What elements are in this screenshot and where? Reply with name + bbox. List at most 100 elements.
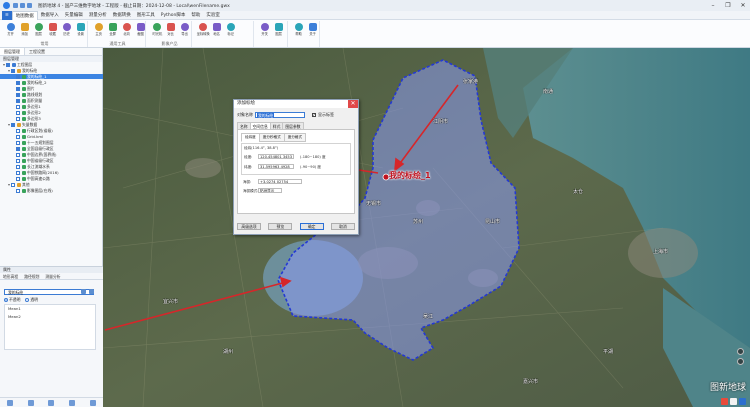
save-icon[interactable] bbox=[13, 3, 18, 8]
marker-label[interactable]: 我的标绘_1 bbox=[389, 170, 431, 181]
tree-item[interactable]: 多边形2 bbox=[0, 110, 103, 115]
tab-terrain[interactable]: 地形高程 bbox=[0, 273, 21, 279]
layer-checkbox[interactable] bbox=[16, 176, 20, 181]
tree-item[interactable]: 行政区划(省级) bbox=[0, 128, 103, 133]
ribbon-button[interactable]: 全屏 bbox=[106, 23, 120, 40]
layer-checkbox[interactable] bbox=[16, 128, 20, 133]
edit-icon[interactable] bbox=[81, 289, 86, 294]
layer-checkbox[interactable] bbox=[16, 188, 20, 193]
ribbon-tab[interactable]: 测量分析 bbox=[86, 11, 110, 20]
layer-checkbox[interactable] bbox=[16, 98, 20, 103]
tree-item[interactable]: 我的标绘_1 bbox=[0, 74, 103, 79]
down-icon[interactable] bbox=[69, 399, 76, 406]
tree-item[interactable]: 全国县级行政区 bbox=[0, 146, 103, 151]
layer-checkbox[interactable] bbox=[16, 146, 20, 151]
layer-checkbox[interactable] bbox=[11, 68, 15, 73]
ribbon-button[interactable]: 关于 bbox=[306, 23, 320, 40]
zoom-in-icon[interactable] bbox=[737, 348, 744, 355]
ribbon-button[interactable]: 对比 bbox=[164, 23, 178, 40]
ribbon-tab[interactable]: 地图数据 bbox=[11, 10, 38, 20]
tree-item[interactable]: 中国边界(国界线) bbox=[0, 152, 103, 157]
tab-dm[interactable]: 度分格式 bbox=[283, 133, 307, 142]
layer-checkbox[interactable] bbox=[16, 80, 20, 85]
layer-checkbox[interactable] bbox=[16, 110, 20, 115]
ribbon-button[interactable]: 图层 bbox=[272, 23, 286, 40]
settings-icon[interactable] bbox=[89, 399, 96, 406]
cancel-button[interactable]: 取消 bbox=[330, 223, 355, 230]
tab-decimal-degrees[interactable]: 经纬度 bbox=[241, 133, 260, 142]
layer-checkbox[interactable] bbox=[16, 92, 20, 97]
layer-checkbox[interactable] bbox=[16, 86, 20, 91]
tree-item[interactable]: 十一五规划图层 bbox=[0, 140, 103, 145]
tree-item[interactable]: 中国高速公路 bbox=[0, 176, 103, 181]
tree-item[interactable]: ▾ 我的标绘 bbox=[0, 68, 103, 74]
show-label-checkbox[interactable] bbox=[312, 112, 316, 117]
layer-checkbox[interactable] bbox=[16, 140, 20, 145]
ribbon-button[interactable]: 时光机 bbox=[150, 23, 164, 40]
tree-item[interactable]: ▾ 矢量数据 bbox=[0, 122, 103, 128]
tab-route[interactable]: 路径规划 bbox=[21, 273, 42, 279]
radio-opaque[interactable]: 不透明 bbox=[4, 297, 20, 303]
ribbon-tab[interactable]: 实验室 bbox=[203, 11, 223, 20]
tree-item[interactable]: 面积测量 bbox=[0, 98, 103, 103]
layer-checkbox[interactable] bbox=[16, 170, 20, 175]
tree-item[interactable]: 多边形3 bbox=[0, 116, 103, 121]
layer-checkbox[interactable] bbox=[16, 164, 20, 169]
alt-input[interactable]: +3.0274 02754 bbox=[258, 179, 302, 184]
ribbon-button[interactable]: 收藏 bbox=[46, 23, 60, 40]
up-icon[interactable] bbox=[48, 399, 55, 406]
preview-button[interactable]: 预览 bbox=[268, 223, 293, 230]
ribbon-button[interactable]: 北向 bbox=[120, 23, 134, 40]
advanced-button[interactable]: 高级选项 bbox=[237, 223, 261, 230]
tab-layer-manager[interactable]: 图层管理 bbox=[0, 48, 25, 55]
layer-checkbox[interactable] bbox=[16, 134, 20, 139]
tab-project-settings[interactable]: 工程设置 bbox=[25, 48, 49, 55]
status-icon-1[interactable] bbox=[721, 398, 728, 405]
layer-checkbox[interactable] bbox=[11, 182, 15, 187]
ribbon-button[interactable]: 帮助 bbox=[292, 23, 306, 40]
ribbon-button[interactable]: 历史 bbox=[60, 23, 74, 40]
tree-item[interactable]: 中国省级行政区 bbox=[0, 158, 103, 163]
tab-measure[interactable]: 测量分析 bbox=[42, 273, 63, 279]
list-item[interactable]: Mean2 bbox=[5, 313, 95, 321]
ribbon-tab[interactable]: Python脚本 bbox=[158, 11, 189, 20]
layer-checkbox[interactable] bbox=[11, 122, 15, 127]
ribbon-tab[interactable]: 图形工具 bbox=[134, 11, 158, 20]
ribbon-button[interactable]: 图层 bbox=[32, 23, 46, 40]
redo-icon[interactable] bbox=[27, 3, 32, 8]
tree-item[interactable]: 图片 bbox=[0, 86, 103, 91]
ribbon-button[interactable]: 导出 bbox=[178, 23, 192, 40]
close-button[interactable]: ✕ bbox=[736, 0, 750, 11]
ribbon-tab[interactable]: 帮助 bbox=[188, 11, 203, 20]
lon-input[interactable]: 120.454801 3453 bbox=[258, 154, 294, 159]
tree-item[interactable]: 多边形1 bbox=[0, 104, 103, 109]
alt-mode-select[interactable]: 贴地显示 bbox=[258, 188, 282, 193]
tree-item[interactable]: 我的标绘_2 bbox=[0, 80, 103, 85]
tree-item[interactable]: ▾ 其他 bbox=[0, 182, 103, 188]
ribbon-tab[interactable]: 数据转换 bbox=[110, 11, 134, 20]
ribbon-tab[interactable]: 矢量编辑 bbox=[62, 11, 86, 20]
status-icon-3[interactable] bbox=[739, 398, 746, 405]
ribbon-tab[interactable]: 数据导入 bbox=[38, 11, 62, 20]
delete-icon[interactable] bbox=[89, 289, 94, 294]
layer-checkbox[interactable] bbox=[16, 104, 20, 109]
status-icon-2[interactable] bbox=[730, 398, 737, 405]
ribbon-button[interactable]: 标记 bbox=[224, 23, 238, 40]
tree-item[interactable]: 影像图层(在线) bbox=[0, 188, 103, 193]
dialog-close-icon[interactable]: ✕ bbox=[348, 100, 358, 108]
lat-input[interactable]: 31.595963 4928 bbox=[258, 164, 294, 169]
remove-icon[interactable] bbox=[27, 399, 34, 406]
ok-button[interactable]: 确定 bbox=[299, 223, 324, 230]
ribbon-button[interactable]: 开关 bbox=[258, 23, 272, 40]
layer-checkbox[interactable] bbox=[16, 152, 20, 157]
ribbon-button[interactable]: 地名 bbox=[210, 23, 224, 40]
ribbon-button[interactable]: 坐标转换 bbox=[196, 23, 210, 40]
name-input[interactable]: 我的标绘 bbox=[255, 112, 305, 118]
ribbon-button[interactable]: 截图 bbox=[134, 23, 148, 40]
ribbon-button[interactable]: 主页 bbox=[92, 23, 106, 40]
tab-file[interactable]: ≡ bbox=[2, 10, 12, 20]
ribbon-button[interactable]: 设置 bbox=[74, 23, 88, 40]
tree-item[interactable]: ▾ 工程图层 bbox=[0, 62, 103, 68]
list-item[interactable]: Mean1 bbox=[5, 305, 95, 313]
tab-dms[interactable]: 度分秒格式 bbox=[258, 133, 285, 142]
